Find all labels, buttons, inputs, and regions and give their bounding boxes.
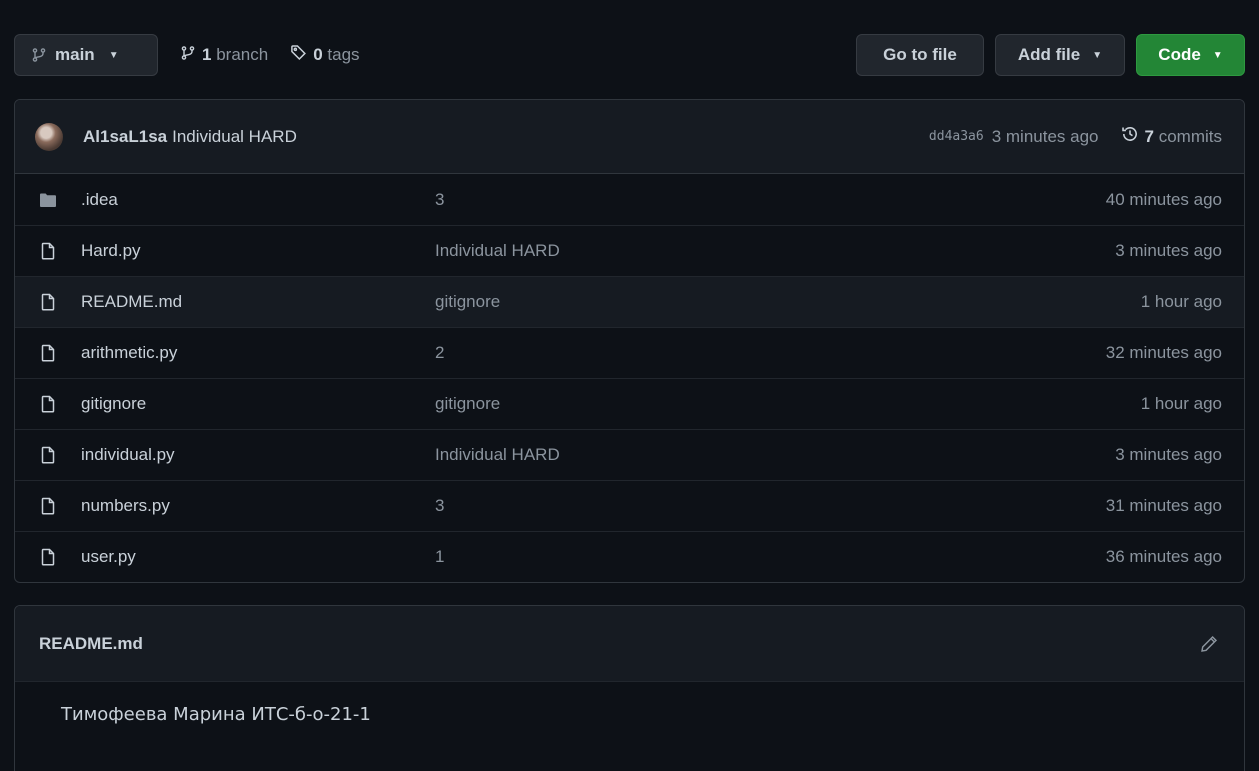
readme-content: Тимофеева Марина ИТС-б-о-21-1 — [61, 704, 371, 725]
file-commit-message[interactable]: Individual HARD — [435, 241, 1115, 261]
branch-select-button[interactable]: main ▼ — [14, 34, 158, 76]
commits-history-link[interactable]: 7 commits — [1121, 125, 1222, 148]
add-file-label: Add file — [1017, 45, 1081, 64]
file-row[interactable]: .idea 3 40 minutes ago — [15, 174, 1244, 225]
file-commit-message[interactable]: 1 — [435, 547, 1106, 567]
chevron-down-icon: ▼ — [108, 49, 119, 61]
file-name[interactable]: README.md — [81, 292, 435, 312]
file-age: 3 minutes ago — [1115, 241, 1222, 260]
commits-word: commits — [1158, 126, 1222, 146]
chevron-down-icon: ▼ — [1092, 49, 1103, 61]
file-age: 32 minutes ago — [1105, 343, 1222, 362]
file-age: 36 minutes ago — [1105, 547, 1222, 566]
repo-page: main ▼ 1 branch 0 tags Go to file Add fi… — [0, 0, 1259, 771]
git-branch-icon — [31, 47, 47, 63]
tags-link[interactable]: 0 tags — [290, 44, 360, 66]
file-browser: Al1saL1sa Individual HARD dd4a3a6 3 minu… — [14, 99, 1245, 583]
file-commit-message[interactable]: Individual HARD — [435, 445, 1115, 465]
commit-message[interactable]: Individual HARD — [172, 127, 297, 147]
file-age: 1 hour ago — [1140, 394, 1222, 413]
latest-commit-bar: Al1saL1sa Individual HARD dd4a3a6 3 minu… — [15, 100, 1244, 174]
file-icon — [39, 446, 57, 464]
file-age: 3 minutes ago — [1115, 445, 1222, 464]
file-name[interactable]: Hard.py — [81, 241, 435, 261]
file-name[interactable]: numbers.py — [81, 496, 435, 516]
git-branch-icon — [180, 45, 196, 66]
file-icon — [39, 497, 57, 515]
readme-title[interactable]: README.md — [39, 634, 1200, 654]
file-commit-message[interactable]: 3 — [435, 496, 1106, 516]
commits-count: 7 — [1144, 126, 1154, 146]
chevron-down-icon: ▼ — [1212, 49, 1223, 61]
file-name[interactable]: user.py — [81, 547, 435, 567]
file-icon — [39, 395, 57, 413]
file-list: .idea 3 40 minutes ago Hard.py Individual HA… — [15, 174, 1244, 582]
file-name[interactable]: individual.py — [81, 445, 435, 465]
tag-word: tags — [327, 45, 360, 64]
file-row[interactable]: numbers.py 3 31 minutes ago — [15, 480, 1244, 531]
file-row[interactable]: gitignore gitignore 1 hour ago — [15, 378, 1244, 429]
file-row[interactable]: README.md gitignore 1 hour ago — [15, 276, 1244, 327]
file-age: 40 minutes ago — [1105, 189, 1222, 209]
file-name[interactable]: .idea — [81, 190, 435, 210]
branch-count: 1 — [202, 45, 212, 64]
code-button[interactable]: Code ▼ — [1136, 34, 1245, 76]
folder-icon — [39, 191, 57, 209]
add-file-button[interactable]: Add file ▼ — [995, 34, 1125, 76]
file-row[interactable]: user.py 1 36 minutes ago — [15, 531, 1244, 582]
file-name[interactable]: gitignore — [81, 394, 435, 414]
go-to-file-button[interactable]: Go to file — [856, 34, 984, 76]
file-commit-message[interactable]: gitignore — [435, 394, 1141, 414]
file-icon — [39, 548, 57, 566]
file-icon — [39, 242, 57, 260]
go-to-file-label: Go to file — [883, 45, 957, 64]
file-row[interactable]: arithmetic.py 2 32 minutes ago — [15, 327, 1244, 378]
repo-toolbar: main ▼ 1 branch 0 tags Go to file Add fi… — [14, 34, 1245, 76]
file-name[interactable]: arithmetic.py — [81, 343, 435, 363]
readme-header: README.md — [15, 606, 1244, 682]
commit-author[interactable]: Al1saL1sa — [83, 127, 167, 147]
branch-word: branch — [216, 45, 269, 64]
file-age: 31 minutes ago — [1105, 496, 1222, 515]
readme-panel: README.md Тимофеева Марина ИТС-б-о-21-1 — [14, 605, 1245, 771]
branches-link[interactable]: 1 branch — [180, 45, 268, 66]
file-commit-message[interactable]: 2 — [435, 343, 1106, 363]
file-row[interactable]: Hard.py Individual HARD 3 minutes ago — [15, 225, 1244, 276]
file-icon — [39, 293, 57, 311]
pencil-icon[interactable] — [1200, 635, 1218, 653]
code-label: Code — [1158, 45, 1201, 64]
avatar[interactable] — [35, 122, 63, 151]
commit-time: 3 minutes ago — [991, 126, 1099, 146]
file-row[interactable]: individual.py Individual HARD 3 minutes ag… — [15, 429, 1244, 480]
tag-icon — [290, 44, 307, 66]
file-age: 1 hour ago — [1140, 292, 1222, 311]
commit-sha[interactable]: dd4a3a6 — [929, 129, 984, 144]
file-icon — [39, 344, 57, 362]
file-commit-message[interactable]: 3 — [435, 190, 1106, 210]
readme-body: Тимофеева Марина ИТС-б-о-21-1 — [15, 682, 1244, 725]
history-icon — [1121, 125, 1139, 148]
tag-count: 0 — [313, 45, 323, 64]
file-commit-message[interactable]: gitignore — [435, 292, 1141, 312]
branch-name: main — [55, 45, 95, 64]
